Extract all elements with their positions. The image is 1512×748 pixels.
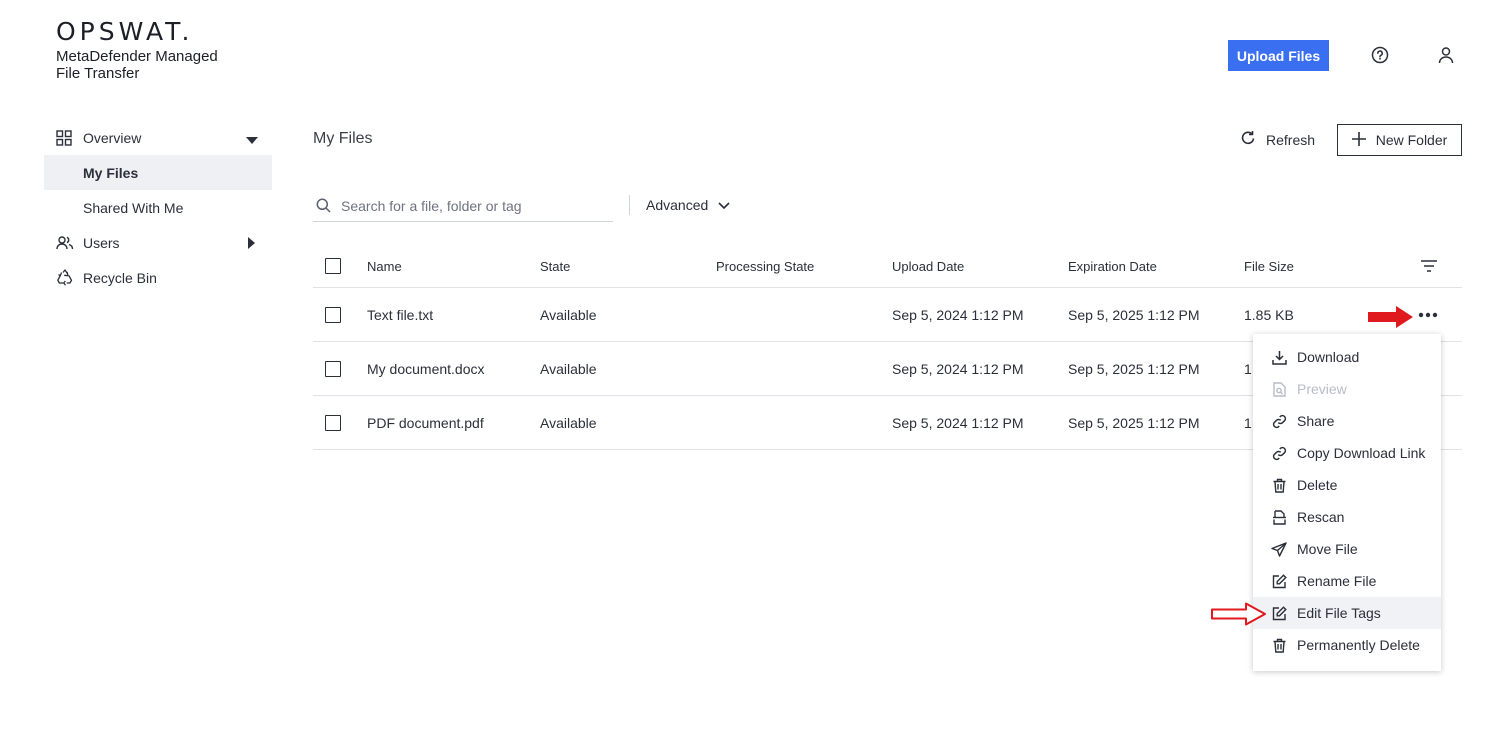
menu-item-rescan[interactable]: Rescan <box>1253 501 1441 533</box>
link-icon <box>1271 413 1287 429</box>
menu-item-label: Move File <box>1297 541 1358 557</box>
refresh-label: Refresh <box>1266 131 1316 148</box>
menu-item-rename-file[interactable]: Rename File <box>1253 565 1441 597</box>
menu-item-download[interactable]: Download <box>1253 341 1441 373</box>
search-icon <box>316 198 331 213</box>
menu-item-label: Rename File <box>1297 573 1377 589</box>
file-expiration-date: Sep 5, 2025 1:12 PM <box>1068 414 1200 431</box>
plus-icon <box>1351 131 1366 149</box>
menu-item-edit-file-tags[interactable]: Edit File Tags <box>1253 597 1441 629</box>
sidebar-item-overview[interactable]: Overview <box>44 120 272 155</box>
trash-icon <box>1271 637 1287 653</box>
sidebar-item-label: Users <box>83 234 120 251</box>
column-header-upload-date[interactable]: Upload Date <box>892 245 964 287</box>
chevron-down-icon <box>718 197 730 213</box>
search-box <box>313 190 613 222</box>
file-expiration-date: Sep 5, 2025 1:12 PM <box>1068 360 1200 377</box>
row-checkbox[interactable] <box>325 396 341 449</box>
rescan-icon <box>1271 509 1287 525</box>
file-state: Available <box>540 414 597 431</box>
file-actions-menu: Download Preview Share Copy Download Lin… <box>1253 334 1441 671</box>
recycle-icon <box>56 269 78 286</box>
download-icon <box>1271 349 1287 365</box>
user-account-icon[interactable] <box>1435 44 1457 66</box>
preview-icon <box>1271 381 1287 397</box>
upload-files-button[interactable]: Upload Files <box>1228 40 1329 71</box>
new-folder-label: New Folder <box>1375 132 1448 148</box>
search-input[interactable] <box>341 197 601 214</box>
file-upload-date: Sep 5, 2024 1:12 PM <box>892 414 1024 431</box>
advanced-label: Advanced <box>646 197 709 213</box>
annotation-arrow-outline-icon <box>1211 602 1266 626</box>
menu-item-label: Copy Download Link <box>1297 445 1426 461</box>
file-upload-date: Sep 5, 2024 1:12 PM <box>892 360 1024 377</box>
edit-icon <box>1271 605 1287 621</box>
file-name[interactable]: Text file.txt <box>367 288 433 341</box>
sidebar-item-users[interactable]: Users <box>44 225 272 260</box>
column-filter-icon[interactable] <box>1421 245 1437 287</box>
file-state: Available <box>540 306 597 323</box>
row-checkbox[interactable] <box>325 288 341 341</box>
file-upload-date: Sep 5, 2024 1:12 PM <box>892 306 1024 323</box>
opswat-logo: OPSWAT. <box>56 17 194 46</box>
file-name[interactable]: My document.docx <box>367 342 485 395</box>
sidebar-item-label: My Files <box>83 164 139 181</box>
column-header-processing-state[interactable]: Processing State <box>716 245 814 287</box>
caret-down-icon[interactable] <box>246 132 258 148</box>
sidebar-item-label: Recycle Bin <box>83 269 157 286</box>
menu-item-share[interactable]: Share <box>1253 405 1441 437</box>
annotation-arrow-solid-icon <box>1368 306 1413 328</box>
edit-icon <box>1271 573 1287 589</box>
file-name[interactable]: PDF document.pdf <box>367 396 484 449</box>
menu-item-move-file[interactable]: Move File <box>1253 533 1441 565</box>
file-size: 1 <box>1244 360 1252 377</box>
file-state: Available <box>540 360 597 377</box>
sidebar-item-shared-with-me[interactable]: Shared With Me <box>44 190 272 225</box>
menu-item-label: Edit File Tags <box>1297 605 1381 621</box>
help-icon[interactable] <box>1369 44 1391 66</box>
column-header-expiration-date[interactable]: Expiration Date <box>1068 245 1157 287</box>
menu-item-permanently-delete[interactable]: Permanently Delete <box>1253 629 1441 661</box>
menu-item-label: Delete <box>1297 477 1338 493</box>
sidebar-item-recycle-bin[interactable]: Recycle Bin <box>44 260 272 295</box>
advanced-filter-toggle[interactable]: Advanced <box>646 197 730 213</box>
brand: OPSWAT. MetaDefender Managed File Transf… <box>56 17 236 83</box>
sidebar-item-my-files[interactable]: My Files <box>44 155 272 190</box>
menu-item-label: Download <box>1297 349 1360 365</box>
menu-item-label: Rescan <box>1297 509 1345 525</box>
send-icon <box>1271 541 1287 557</box>
menu-item-label: Permanently Delete <box>1297 637 1420 653</box>
sidebar-item-label: Overview <box>83 129 142 146</box>
menu-item-preview: Preview <box>1253 373 1441 405</box>
column-header-file-size[interactable]: File Size <box>1244 245 1294 287</box>
row-checkbox[interactable] <box>325 342 341 395</box>
refresh-icon <box>1240 130 1256 149</box>
table-header-row: Name State Processing State Upload Date … <box>313 245 1462 288</box>
file-size: 1 <box>1244 414 1252 431</box>
sidebar: Overview My Files Shared With Me Users R… <box>44 120 272 295</box>
product-name: MetaDefender Managed File Transfer <box>56 48 218 82</box>
select-all-checkbox[interactable] <box>325 245 341 287</box>
new-folder-button[interactable]: New Folder <box>1337 124 1462 156</box>
page-title: My Files <box>313 130 373 147</box>
trash-icon <box>1271 477 1287 493</box>
users-icon <box>56 235 78 251</box>
link-icon <box>1271 445 1287 461</box>
menu-item-copy-download-link[interactable]: Copy Download Link <box>1253 437 1441 469</box>
sidebar-item-label: Shared With Me <box>83 199 184 216</box>
file-expiration-date: Sep 5, 2025 1:12 PM <box>1068 306 1200 323</box>
caret-right-icon[interactable] <box>248 236 256 252</box>
column-header-name[interactable]: Name <box>367 245 402 287</box>
refresh-button[interactable]: Refresh <box>1240 130 1315 149</box>
toolbar-divider <box>629 195 630 215</box>
column-header-state[interactable]: State <box>540 245 570 287</box>
grid-icon <box>56 129 78 146</box>
menu-item-label: Preview <box>1297 381 1347 397</box>
menu-item-label: Share <box>1297 413 1335 429</box>
menu-item-delete[interactable]: Delete <box>1253 469 1441 501</box>
